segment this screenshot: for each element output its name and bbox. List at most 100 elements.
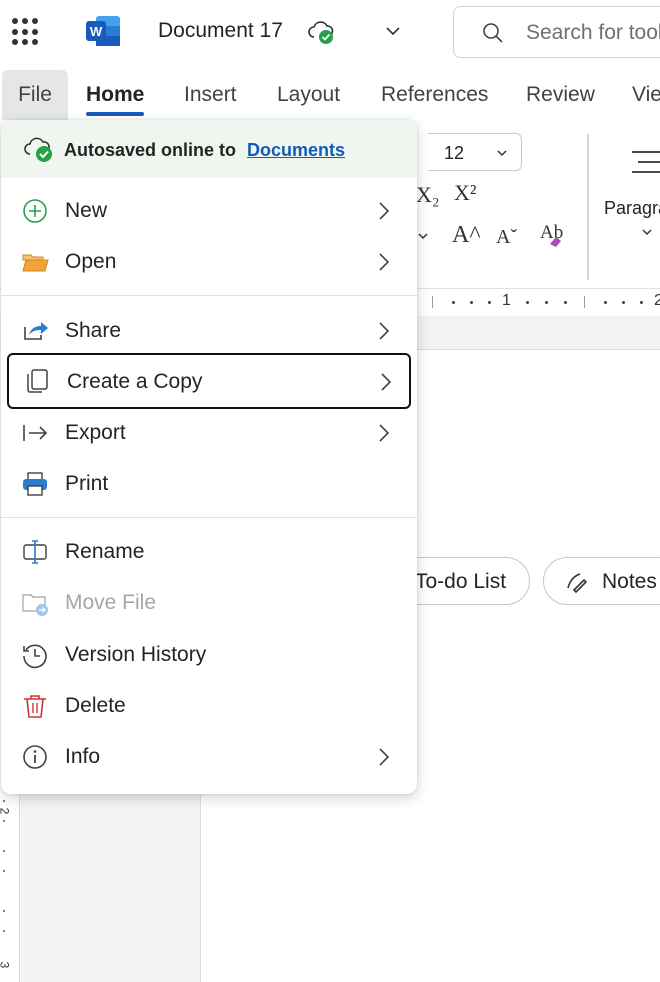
ruler-dot xyxy=(604,301,607,304)
chevron-right-icon xyxy=(379,424,390,442)
ruler-dot xyxy=(470,301,473,304)
chevron-right-icon xyxy=(379,322,390,340)
ruler-dot xyxy=(3,800,5,802)
ruler-dot xyxy=(452,301,455,304)
tab-layout[interactable]: Layout xyxy=(277,70,340,120)
menu-item-label: Info xyxy=(65,745,101,768)
ruler-dot xyxy=(526,301,529,304)
ruler-dot xyxy=(3,820,5,822)
eraser-icon xyxy=(550,237,561,247)
ruler-dot xyxy=(3,930,5,932)
menu-item-label: Rename xyxy=(65,540,145,563)
folder-open-icon xyxy=(22,254,49,272)
menu-item-create-copy[interactable]: Create a Copy xyxy=(7,353,411,409)
printer-icon xyxy=(23,472,47,496)
plus-circle-icon xyxy=(23,199,47,223)
ruler-tick xyxy=(584,296,585,308)
title-bar: W Document 17 xyxy=(0,0,660,66)
ruler-number: 2 xyxy=(654,292,660,309)
menu-item-label: Open xyxy=(65,250,117,273)
ruler-dot xyxy=(488,301,491,304)
chevron-down-icon xyxy=(497,150,507,157)
word-logo-icon[interactable]: W xyxy=(86,16,120,46)
paragraph-group-label[interactable]: Paragraph xyxy=(604,198,660,219)
search-box[interactable] xyxy=(453,6,660,58)
ruler-number: 2 xyxy=(0,808,11,815)
menu-item-label: New xyxy=(65,199,108,222)
search-input[interactable] xyxy=(526,19,660,47)
document-title[interactable]: Document 17 xyxy=(158,19,283,43)
info-circle-icon xyxy=(23,745,47,769)
copy-icon xyxy=(27,369,48,393)
menu-item-label: Create a Copy xyxy=(67,370,203,393)
superscript-button[interactable]: X² xyxy=(454,180,476,206)
grow-font-button[interactable]: A^ xyxy=(452,222,481,249)
ruler-dot xyxy=(622,301,625,304)
autosave-banner: Autosaved online to Documents xyxy=(1,120,417,178)
superscript-label: X² xyxy=(454,180,477,205)
tab-references[interactable]: References xyxy=(381,70,488,120)
rename-cursor-icon xyxy=(23,540,47,564)
paragraph-icon[interactable] xyxy=(632,150,660,176)
font-size-value: 12 xyxy=(444,143,465,163)
tab-insert[interactable]: Insert xyxy=(184,70,237,120)
ruler-number: 3 xyxy=(0,962,11,969)
menu-item-delete[interactable]: Delete xyxy=(7,681,411,731)
chevron-right-icon xyxy=(379,748,390,766)
tab-home[interactable]: Home xyxy=(86,70,145,120)
shrink-font-button[interactable]: Aˇ xyxy=(496,226,517,249)
menu-item-print[interactable]: Print xyxy=(7,459,411,509)
chevron-right-icon xyxy=(379,202,390,220)
ruler-number: 1 xyxy=(502,292,511,309)
menu-item-label: Move File xyxy=(65,591,157,614)
chevron-down-icon[interactable] xyxy=(417,230,429,242)
clear-formatting-button[interactable]: Ab xyxy=(540,222,563,247)
menu-divider xyxy=(1,517,417,518)
shrink-font-label: Aˇ xyxy=(496,226,518,248)
chip-label: To-do List xyxy=(415,570,507,593)
share-arrow-icon xyxy=(24,322,48,340)
grow-font-label: A^ xyxy=(452,222,481,248)
ruler-tick xyxy=(432,296,433,308)
ruler-dot xyxy=(3,850,5,852)
documents-link[interactable]: Documents xyxy=(247,140,345,161)
chevron-right-icon xyxy=(381,373,392,391)
export-arrow-icon xyxy=(23,425,48,441)
cloud-saved-icon xyxy=(24,137,52,162)
trash-icon xyxy=(24,695,46,718)
tab-review[interactable]: Review xyxy=(526,70,595,120)
menu-item-version-history[interactable]: Version History xyxy=(7,630,411,680)
cloud-saved-icon[interactable] xyxy=(306,17,336,47)
chevron-down-icon[interactable] xyxy=(384,22,402,40)
menu-item-label: Export xyxy=(65,421,126,444)
ribbon-separator xyxy=(587,134,589,280)
file-menu: Autosaved online to Documents New Open S… xyxy=(1,120,417,794)
font-size-dropdown[interactable]: 12 xyxy=(428,133,522,171)
tab-view[interactable]: View xyxy=(632,70,660,120)
chevron-down-icon[interactable] xyxy=(641,226,653,238)
menu-item-move-file[interactable]: Move File xyxy=(7,578,411,628)
search-icon xyxy=(483,23,503,43)
notes-chip[interactable]: Notes xyxy=(543,557,660,605)
app-launcher-icon[interactable] xyxy=(12,18,40,46)
ribbon-tabs: File Home Insert Layout References Revie… xyxy=(0,66,660,120)
menu-item-new[interactable]: New xyxy=(7,186,411,236)
menu-item-label: Version History xyxy=(65,643,207,666)
menu-item-rename[interactable]: Rename xyxy=(7,527,411,577)
autosave-text: Autosaved online to xyxy=(64,140,237,160)
history-clock-icon xyxy=(23,644,47,669)
ruler-dot xyxy=(564,301,567,304)
ruler-dot xyxy=(3,910,5,912)
menu-item-info[interactable]: Info xyxy=(7,732,411,782)
menu-divider xyxy=(1,295,417,296)
menu-item-export[interactable]: Export xyxy=(7,408,411,458)
horizontal-ruler[interactable]: 1 2 xyxy=(418,290,660,316)
subscript-button[interactable]: X₂ xyxy=(416,182,440,208)
move-folder-icon xyxy=(22,594,48,616)
menu-item-open[interactable]: Open xyxy=(7,237,411,287)
menu-item-share[interactable]: Share xyxy=(7,306,411,356)
menu-item-label: Share xyxy=(65,319,122,342)
chevron-right-icon xyxy=(379,253,390,271)
tab-file[interactable]: File xyxy=(2,70,68,120)
ruler-dot xyxy=(640,301,643,304)
